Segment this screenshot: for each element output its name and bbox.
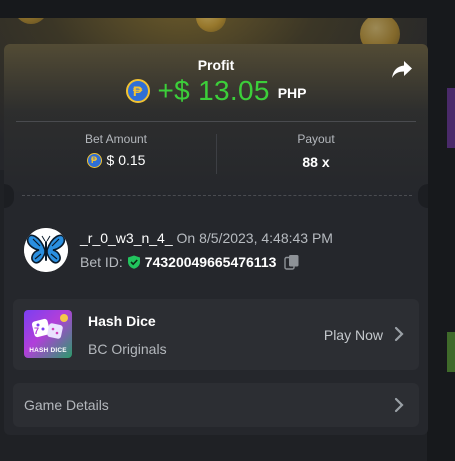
bet-date: On 8/5/2023, 4:48:43 PM: [176, 230, 333, 246]
username[interactable]: _r_0_w3_n_4_: [80, 230, 173, 246]
ticket-notch-right: [418, 184, 428, 208]
bettor-info: _r_0_w3_n_4_ On 8/5/2023, 4:48:43 PM Bet…: [24, 228, 414, 272]
payout-value: 88 x: [302, 154, 330, 170]
profit-currency: PHP: [277, 85, 307, 101]
header-divider: [16, 121, 416, 122]
peso-symbol: ₱: [132, 83, 143, 99]
top-edge: [0, 0, 455, 18]
bet-amount-value: $ 0.15: [106, 152, 146, 168]
profit-label: Profit: [197, 57, 235, 73]
avatar[interactable]: [24, 228, 68, 272]
peso-coin-icon: ₱: [125, 79, 150, 103]
butterfly-avatar-icon: [24, 228, 68, 272]
background-accent: [447, 332, 455, 372]
profit-amount: +$ 13.05: [157, 75, 270, 106]
chevron-right-icon: [394, 326, 404, 342]
game-thumbnail: 7 HASH DICE: [24, 310, 72, 358]
game-row[interactable]: 7 HASH DICE Hash Dice BC Originals Play …: [13, 299, 419, 370]
share-button[interactable]: [390, 58, 414, 82]
chevron-right-icon: [394, 397, 404, 413]
right-background-strip: [427, 0, 455, 461]
payout-stat: Payout 88 x: [216, 132, 416, 170]
bettor-line: _r_0_w3_n_4_ On 8/5/2023, 4:48:43 PM: [80, 230, 333, 246]
bet-id-line: Bet ID: 74320049665476113: [80, 254, 300, 270]
share-arrow-icon: [392, 61, 412, 78]
green-shield-check-icon: [127, 255, 140, 269]
bet-details-card: Profit ₱ +$ 13.05 PHP Bet Amount ₱ $ 0.1…: [4, 44, 428, 435]
bet-id-value: 74320049665476113: [144, 254, 277, 270]
game-details-label: Game Details: [24, 397, 109, 413]
profit-row: ₱ +$ 13.05 PHP: [4, 75, 428, 107]
ticket-dashed-divider: [22, 195, 412, 196]
background-accent: [447, 88, 455, 148]
copy-icon[interactable]: [284, 254, 300, 270]
peso-symbol: ₱: [91, 155, 98, 165]
bet-amount-value-row: ₱ $ 0.15: [16, 152, 216, 168]
game-details-row[interactable]: Game Details: [13, 383, 419, 427]
game-provider: BC Originals: [88, 341, 167, 357]
play-now-button[interactable]: Play Now: [324, 327, 383, 343]
payout-label: Payout: [297, 132, 335, 146]
game-thumb-text: HASH DICE: [29, 347, 67, 354]
bet-id-label: Bet ID:: [80, 254, 123, 270]
game-name: Hash Dice: [88, 313, 156, 329]
bet-amount-label: Bet Amount: [84, 132, 148, 146]
bet-amount-stat: Bet Amount ₱ $ 0.15: [16, 132, 216, 168]
svg-text:7: 7: [34, 326, 39, 336]
peso-coin-icon: ₱: [86, 152, 102, 168]
